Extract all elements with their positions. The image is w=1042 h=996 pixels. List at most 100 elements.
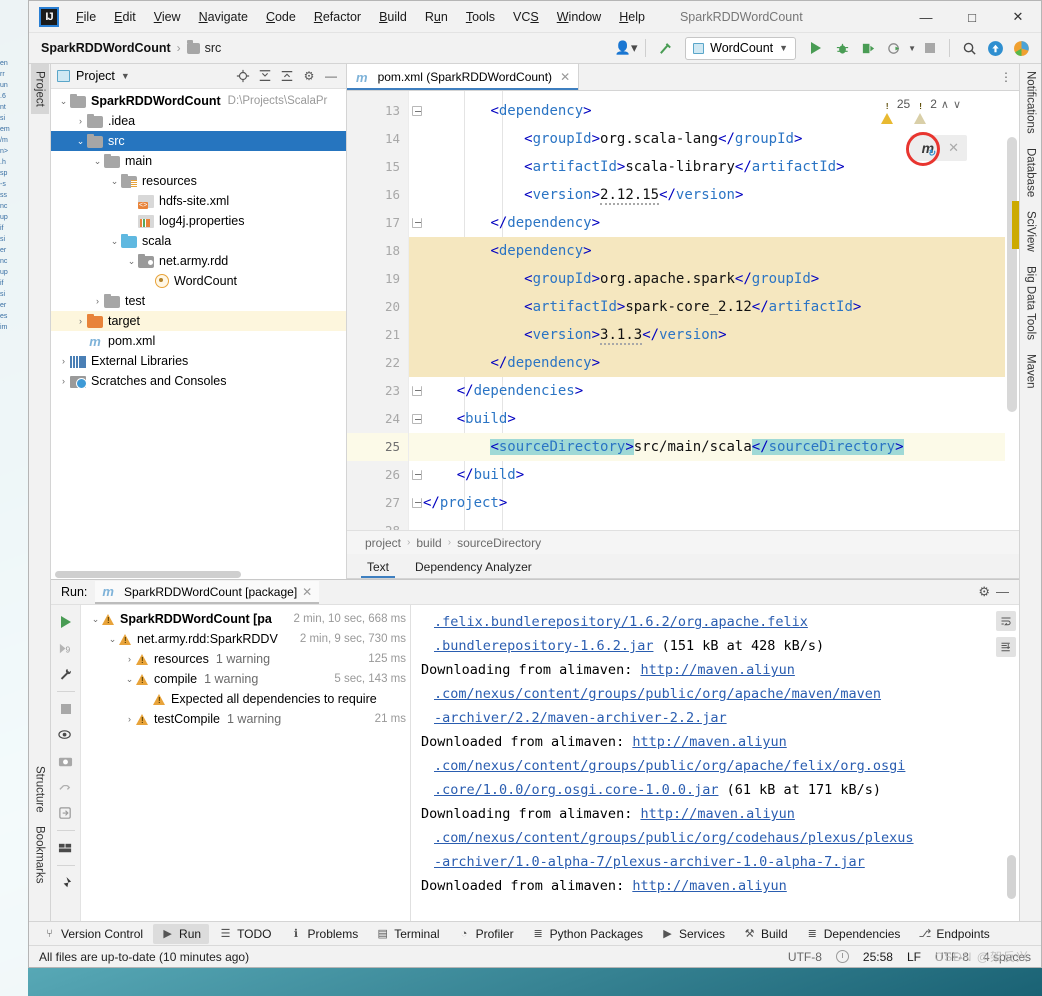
menu-window[interactable]: Window xyxy=(548,6,610,28)
line-number[interactable]: 25 xyxy=(347,433,408,461)
status-indent[interactable]: 4 spaces xyxy=(983,950,1031,964)
line-number[interactable]: 20 xyxy=(347,293,408,321)
tree-expand-arrow[interactable]: › xyxy=(57,356,70,366)
bottom-tab-dependencies[interactable]: ≣ Dependencies xyxy=(798,924,909,944)
tree-expand-arrow[interactable]: › xyxy=(91,296,104,306)
tree-expand-arrow[interactable]: ⌄ xyxy=(123,674,136,685)
tree-node-wordcount[interactable]: WordCount xyxy=(51,271,346,291)
profile-icon[interactable] xyxy=(882,36,906,60)
editor-tab-text[interactable]: Text xyxy=(361,557,396,578)
tree-node-src[interactable]: ⌄ src xyxy=(51,131,346,151)
bottom-tab-services[interactable]: ▶ Services xyxy=(653,924,733,944)
close-icon[interactable]: ✕ xyxy=(560,70,570,84)
console-link[interactable]: -archiver/2.2/maven-archiver-2.2.jar xyxy=(434,710,727,726)
console-link[interactable]: .com/nexus/content/groups/public/org/apa… xyxy=(434,758,905,774)
line-number[interactable]: 21 xyxy=(347,321,408,349)
editor-tab-options[interactable]: ⋮ xyxy=(1000,64,1019,90)
run-icon[interactable] xyxy=(804,36,828,60)
tree-expand-arrow[interactable]: › xyxy=(123,714,136,724)
code-line[interactable]: <groupId>org.apache.spark</groupId> xyxy=(409,265,1019,293)
menu-code[interactable]: Code xyxy=(257,6,305,28)
tree-expand-arrow[interactable]: ⌄ xyxy=(89,614,102,625)
maven-reload-icon[interactable]: m ↻ xyxy=(918,140,936,158)
tree-expand-arrow[interactable]: ⌄ xyxy=(91,156,104,167)
editor-tab-pom-xml[interactable]: m pom.xml (SparkRDDWordCount) ✕ xyxy=(347,64,580,90)
editor-scroll-thumb[interactable] xyxy=(1007,137,1017,412)
menu-run[interactable]: Run xyxy=(416,6,457,28)
tree-expand-arrow[interactable]: › xyxy=(74,116,87,126)
tree-node-log4j-properties[interactable]: log4j.properties xyxy=(51,211,346,231)
tool-tab-maven[interactable]: Maven xyxy=(1022,347,1040,396)
editor-vertical-scrollbar[interactable] xyxy=(1005,91,1019,530)
stop-icon[interactable] xyxy=(54,697,78,721)
run-tree-node[interactable]: ⌄ SparkRDDWordCount [pa 2 min, 10 sec, 668… xyxy=(81,609,410,629)
run-console[interactable]: .felix.bundlerepository/1.6.2/org.apache… xyxy=(411,605,1019,921)
menu-edit[interactable]: Edit xyxy=(105,6,145,28)
collapse-all-icon[interactable] xyxy=(278,67,296,85)
code-line[interactable]: </project> xyxy=(409,489,1019,517)
tree-expand-arrow[interactable]: ⌄ xyxy=(74,136,87,147)
tree-expand-arrow[interactable]: ⌄ xyxy=(108,236,121,247)
tree-node-scala[interactable]: ⌄ scala xyxy=(51,231,346,251)
bottom-tab-python-packages[interactable]: ≣ Python Packages xyxy=(524,924,651,944)
breadcrumb-project[interactable]: SparkRDDWordCount xyxy=(41,41,171,55)
console-link[interactable]: .bundlerepository-1.6.2.jar xyxy=(434,638,653,654)
menu-build[interactable]: Build xyxy=(370,6,416,28)
bottom-tab-terminal[interactable]: ▤ Terminal xyxy=(368,924,447,944)
console-link[interactable]: http://maven.aliyun xyxy=(632,878,786,894)
code-line[interactable]: <artifactId>spark-core_2.12</artifactId> xyxy=(409,293,1019,321)
close-icon[interactable]: ✕ xyxy=(302,585,312,599)
line-number[interactable]: 13 xyxy=(347,97,422,125)
tool-tab-bookmarks[interactable]: Bookmarks xyxy=(31,819,49,891)
locate-icon[interactable] xyxy=(234,67,252,85)
layout-icon[interactable] xyxy=(54,836,78,860)
account-icon[interactable]: 👤▾ xyxy=(614,36,638,60)
run-task-tree[interactable]: ⌄SparkRDDWordCount [pa2 min, 10 sec, 668… xyxy=(81,605,411,921)
previous-problem-icon[interactable]: ∧ xyxy=(941,98,949,111)
close-button[interactable]: ✕ xyxy=(995,1,1041,33)
scroll-to-end-icon[interactable] xyxy=(996,637,1016,657)
console-link[interactable]: .com/nexus/content/groups/public/org/apa… xyxy=(434,686,881,702)
inspection-widget[interactable]: ! 25 ! 2 ∧ ∨ xyxy=(880,97,961,124)
line-number[interactable]: 27 xyxy=(347,489,422,517)
settings-gear-icon[interactable]: ⚙ xyxy=(978,584,990,600)
close-icon[interactable]: ✕ xyxy=(948,140,959,156)
code-line[interactable]: <build> xyxy=(409,405,1019,433)
line-number[interactable]: 19 xyxy=(347,265,408,293)
tree-expand-arrow[interactable]: › xyxy=(123,654,136,664)
console-link[interactable]: .com/nexus/content/groups/public/org/cod… xyxy=(434,830,914,846)
tree-node-test[interactable]: › test xyxy=(51,291,346,311)
stop-icon[interactable] xyxy=(918,36,942,60)
line-number[interactable]: 23 xyxy=(347,377,422,405)
bottom-tab-profiler[interactable]: ◔ Profiler xyxy=(450,924,522,944)
clock-icon[interactable] xyxy=(835,950,849,963)
bottom-tab-endpoints[interactable]: ⎇ Endpoints xyxy=(910,924,997,944)
run-tree-node[interactable]: › testCompile 1 warning 21 ms xyxy=(81,709,410,729)
line-number[interactable]: 26 xyxy=(347,461,422,489)
tree-node-external-libraries[interactable]: › External Libraries xyxy=(51,351,346,371)
console-link[interactable]: .felix.bundlerepository/1.6.2/org.apache… xyxy=(434,614,808,630)
xml-breadcrumb-sourcedirectory[interactable]: sourceDirectory xyxy=(457,536,541,550)
scrollbar-warning-marker[interactable] xyxy=(1012,201,1019,249)
run-configuration-selector[interactable]: WordCount ▼ xyxy=(685,36,797,60)
code-line[interactable]: </dependency> xyxy=(409,209,1019,237)
build-hammer-icon[interactable] xyxy=(653,36,677,60)
breadcrumb-src[interactable]: src xyxy=(205,41,222,55)
expand-all-icon[interactable] xyxy=(256,67,274,85)
console-link[interactable]: http://maven.aliyun xyxy=(640,806,794,822)
bottom-tab-build[interactable]: ⚒ Build xyxy=(735,924,796,944)
editor-area[interactable]: 13141516171819202122232425262728 <depend… xyxy=(347,91,1019,530)
eye-filter-icon[interactable] xyxy=(54,723,78,747)
tool-tab-structure[interactable]: Structure xyxy=(31,759,49,820)
code-line[interactable]: </dependency> xyxy=(409,349,1019,377)
status-encoding-left[interactable]: UTF-8 xyxy=(788,950,822,964)
line-number[interactable]: 28 xyxy=(347,517,408,530)
tree-expand-arrow[interactable]: ⌄ xyxy=(57,96,70,107)
console-scroll-thumb[interactable] xyxy=(1007,855,1016,899)
bottom-tab-todo[interactable]: ☰ TODO xyxy=(211,924,279,944)
editor-tab-dependency-analyzer[interactable]: Dependency Analyzer xyxy=(409,557,538,578)
tree-expand-arrow[interactable]: › xyxy=(74,316,87,326)
download-sources-icon[interactable] xyxy=(54,801,78,825)
project-tree[interactable]: ⌄ SparkRDDWordCount D:\Projects\ScalaPr › .i… xyxy=(51,89,346,570)
menu-tools[interactable]: Tools xyxy=(457,6,504,28)
